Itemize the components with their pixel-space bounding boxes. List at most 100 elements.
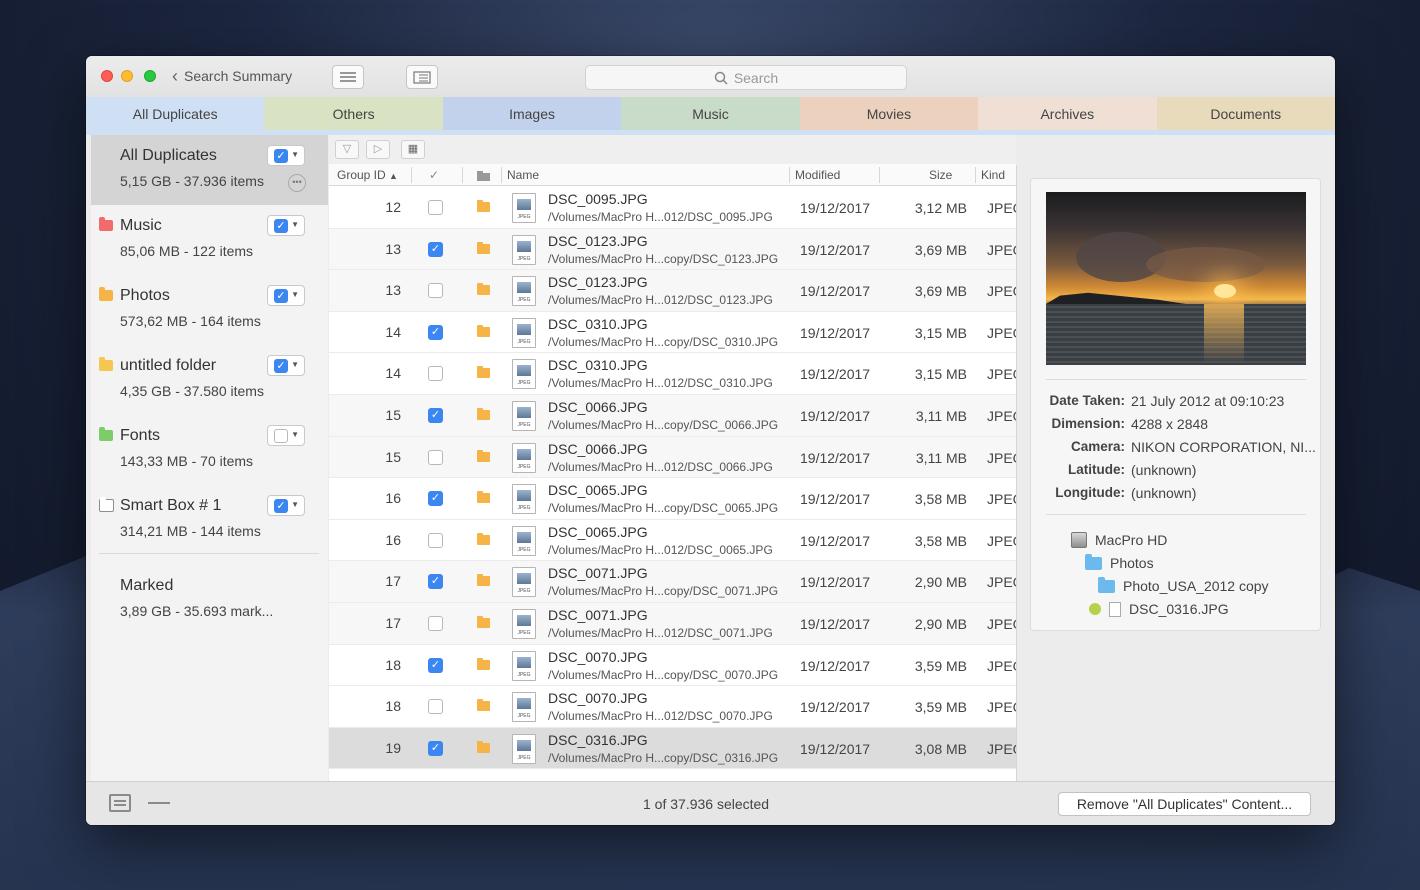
include-checkbox-menu[interactable]: ✓ ▼ [267, 145, 305, 166]
table-row[interactable]: 15 ✓ JPEG DSC_0066.JPG /Volumes/MacPro H… [329, 394, 1016, 437]
grid-button[interactable]: ▦ [401, 140, 425, 159]
row-checkbox[interactable]: ✓ [428, 324, 443, 340]
include-checkbox-menu[interactable]: ✓ ▼ [267, 355, 305, 376]
jpeg-file-icon: JPEG [512, 692, 536, 723]
sidebar-item[interactable]: Marked 3,89 GB - 35.693 mark... [91, 565, 328, 635]
include-checkbox-menu[interactable]: ✓ ▼ [267, 285, 305, 306]
column-size[interactable]: Size [929, 168, 952, 182]
column-modified[interactable]: Modified [795, 168, 840, 182]
table-row[interactable]: 15 JPEG DSC_0066.JPG /Volumes/MacPro H..… [329, 436, 1016, 479]
sidebar-item[interactable]: Photos 573,62 MB - 164 items ✓ ▼ [91, 275, 328, 345]
table-row[interactable]: 18 ✓ JPEG DSC_0070.JPG /Volumes/MacPro H… [329, 645, 1016, 687]
table-row[interactable]: 13 ✓ JPEG DSC_0123.JPG /Volumes/MacPro H… [329, 228, 1016, 271]
sidebar-item[interactable]: untitled folder 4,35 GB - 37.580 items ✓ … [91, 345, 328, 415]
reveal-folder-icon[interactable] [477, 532, 490, 545]
checkbox[interactable]: ✓ [274, 499, 288, 513]
tab-documents[interactable]: Documents [1156, 97, 1335, 130]
table-row[interactable]: 16 ✓ JPEG DSC_0065.JPG /Volumes/MacPro H… [329, 478, 1016, 520]
column-folder[interactable] [477, 170, 490, 184]
column-group-id[interactable]: Group ID ▲ [337, 168, 398, 182]
row-checkbox[interactable]: ✓ [428, 491, 443, 507]
column-divider [411, 167, 412, 183]
row-checkbox[interactable]: ✓ [428, 241, 443, 257]
more-options-icon[interactable]: ••• [288, 174, 306, 192]
table-row[interactable]: 18 JPEG DSC_0070.JPG /Volumes/MacPro H..… [329, 686, 1016, 728]
tab-all-duplicates[interactable]: All Duplicates [86, 97, 265, 130]
remove-content-button[interactable]: Remove "All Duplicates" Content... [1058, 792, 1311, 816]
checkbox[interactable]: ✓ [274, 359, 288, 373]
reveal-folder-icon[interactable] [477, 491, 490, 504]
row-checkbox[interactable] [428, 200, 443, 215]
row-checkbox[interactable] [428, 699, 443, 715]
filter-button[interactable]: ▽ [335, 140, 359, 159]
table-row[interactable]: 13 JPEG DSC_0123.JPG /Volumes/MacPro H..… [329, 270, 1016, 312]
tab-images[interactable]: Images [442, 97, 622, 130]
tab-music[interactable]: Music [621, 97, 800, 130]
table-row[interactable]: 16 JPEG DSC_0065.JPG /Volumes/MacPro H..… [329, 520, 1016, 562]
checkbox[interactable] [274, 429, 288, 443]
reveal-folder-icon[interactable] [477, 740, 490, 753]
kind-cell: JPEG [987, 283, 1016, 300]
search-field[interactable]: Search [585, 65, 907, 90]
tree-file[interactable]: DSC_0316.JPG [1089, 601, 1229, 617]
sidebar-item[interactable]: All Duplicates 5,15 GB - 37.936 items ✓ ▼… [91, 135, 328, 205]
remove-item-button[interactable] [148, 802, 170, 804]
tab-movies[interactable]: Movies [799, 97, 979, 130]
column-check[interactable]: ✓ [429, 168, 439, 182]
include-checkbox-menu[interactable]: ✓ ▼ [267, 215, 305, 236]
detail-panel: Date Taken: 21 July 2012 at 09:10:23 Dime… [1017, 135, 1335, 781]
row-checkbox[interactable] [428, 615, 443, 631]
reveal-folder-icon[interactable] [477, 200, 490, 212]
row-checkbox[interactable]: ✓ [428, 574, 443, 590]
reveal-folder-icon[interactable] [477, 366, 490, 379]
row-checkbox[interactable]: ✓ [428, 407, 443, 423]
tree-folder-photos[interactable]: Photos [1085, 553, 1154, 571]
image-file-icon [1109, 601, 1121, 617]
checkbox[interactable]: ✓ [274, 289, 288, 303]
back-button[interactable]: ‹ Search Summary [172, 67, 292, 85]
reveal-folder-icon[interactable] [477, 241, 490, 254]
include-checkbox-menu[interactable]: ▼ [267, 425, 305, 446]
reveal-folder-icon[interactable] [477, 283, 490, 296]
group-id-cell: 18 [385, 656, 401, 673]
reveal-folder-icon[interactable] [477, 574, 490, 587]
row-checkbox[interactable] [428, 532, 443, 548]
reveal-folder-icon[interactable] [477, 449, 490, 462]
table-row[interactable]: 17 ✓ JPEG DSC_0071.JPG /Volumes/MacPro H… [329, 561, 1016, 603]
column-divider [975, 167, 976, 183]
row-checkbox[interactable]: ✓ [428, 740, 443, 756]
sidebar-item[interactable]: Fonts 143,33 MB - 70 items ▼ [91, 415, 328, 485]
sidebar-item[interactable]: Music 85,06 MB - 122 items ✓ ▼ [91, 205, 328, 275]
reveal-folder-icon[interactable] [477, 657, 490, 670]
minimize-window-button[interactable] [121, 70, 133, 82]
reveal-folder-icon[interactable] [477, 324, 490, 337]
tree-volume[interactable]: MacPro HD [1071, 532, 1167, 548]
row-checkbox[interactable] [428, 366, 443, 382]
row-checkbox[interactable] [428, 283, 443, 299]
tab-archives[interactable]: Archives [978, 97, 1157, 130]
zoom-window-button[interactable] [144, 70, 156, 82]
checkbox[interactable]: ✓ [274, 149, 288, 163]
include-checkbox-menu[interactable]: ✓ ▼ [267, 495, 305, 516]
reveal-folder-icon[interactable] [477, 615, 490, 628]
tree-folder-photo-usa[interactable]: Photo_USA_2012 copy [1098, 576, 1269, 594]
row-checkbox[interactable] [428, 449, 443, 465]
table-row[interactable]: 17 JPEG DSC_0071.JPG /Volumes/MacPro H..… [329, 602, 1016, 645]
reveal-folder-icon[interactable] [477, 699, 490, 712]
checkbox[interactable]: ✓ [274, 219, 288, 233]
column-kind[interactable]: Kind [981, 168, 1005, 182]
detail-view-button[interactable] [406, 65, 438, 89]
tab-others[interactable]: Others [264, 97, 443, 130]
close-window-button[interactable] [101, 70, 113, 82]
row-checkbox[interactable]: ✓ [428, 657, 443, 673]
play-button[interactable]: ▷ [366, 140, 390, 159]
table-row[interactable]: 14 JPEG DSC_0310.JPG /Volumes/MacPro H..… [329, 353, 1016, 395]
table-row[interactable]: 12 JPEG DSC_0095.JPG /Volumes/MacPro H..… [329, 187, 1016, 229]
smart-box-icon[interactable] [109, 794, 131, 812]
list-view-button[interactable] [332, 65, 364, 89]
column-name[interactable]: Name [507, 168, 539, 182]
sidebar-item[interactable]: Smart Box # 1 314,21 MB - 144 items ✓ ▼ [91, 485, 328, 555]
reveal-folder-icon[interactable] [477, 407, 490, 420]
table-row[interactable]: 14 ✓ JPEG DSC_0310.JPG /Volumes/MacPro H… [329, 312, 1016, 354]
table-row[interactable]: 19 ✓ JPEG DSC_0316.JPG /Volumes/MacPro H… [329, 727, 1016, 770]
